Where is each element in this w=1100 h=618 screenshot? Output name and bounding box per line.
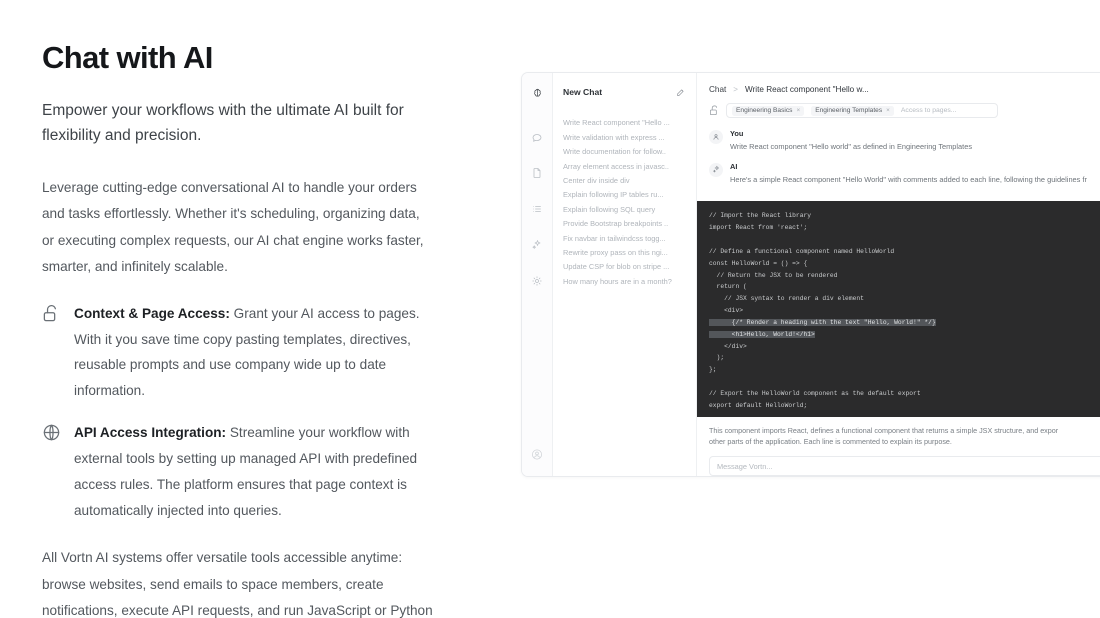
list-item[interactable]: Explain following SQL query bbox=[553, 202, 696, 216]
chat-list: Write React component "Hello ... Write v… bbox=[553, 116, 696, 289]
tag-chip[interactable]: Engineering Basics × bbox=[732, 105, 805, 116]
code-block[interactable]: // Import the React library import React… bbox=[697, 201, 1100, 417]
sparkles-icon[interactable] bbox=[526, 234, 548, 256]
gear-icon[interactable] bbox=[526, 270, 548, 292]
list-item[interactable]: Write validation with express ... bbox=[553, 130, 696, 144]
account-avatar-icon[interactable] bbox=[531, 448, 544, 466]
app-window-mockup: New Chat Write React component "Hello ..… bbox=[521, 72, 1100, 477]
breadcrumb-current: Write React component "Hello w... bbox=[744, 85, 869, 94]
feature-item-api-access-integration: API Access Integration: Streamline your … bbox=[42, 420, 442, 523]
list-item[interactable]: Write documentation for follow.. bbox=[553, 145, 696, 159]
list-item[interactable]: Provide Bootstrap breakpoints .. bbox=[553, 217, 696, 231]
ai-explanation-text: This component imports React, defines a … bbox=[709, 426, 1059, 447]
feature-item-text: API Access Integration: Streamline your … bbox=[74, 420, 442, 523]
edit-pencil-icon[interactable] bbox=[676, 88, 685, 97]
message-user: You Write React component "Hello world" … bbox=[709, 129, 1100, 153]
tag-chip-label: Engineering Templates bbox=[815, 107, 883, 114]
message-author: AI bbox=[730, 161, 738, 171]
page-access-bar: Engineering Basics × Engineering Templat… bbox=[697, 103, 1100, 118]
user-icon bbox=[709, 130, 723, 144]
article-paragraph-2: All Vortn AI systems offer versatile too… bbox=[42, 550, 433, 618]
app-icon-rail bbox=[522, 73, 553, 476]
list-item[interactable]: Explain following IP tables ru... bbox=[553, 188, 696, 202]
article-paragraph-1: Leverage cutting-edge conversational AI … bbox=[42, 179, 424, 275]
article-lede: Empower your workflows with the ultimate… bbox=[42, 101, 404, 145]
unlock-icon bbox=[709, 105, 720, 116]
chat-list-panel: New Chat Write React component "Hello ..… bbox=[553, 73, 697, 476]
document-icon[interactable] bbox=[526, 162, 548, 184]
list-item[interactable]: Array element access in javasc.. bbox=[553, 159, 696, 173]
list-item[interactable]: Update CSP for blob on stripe ... bbox=[553, 260, 696, 274]
message-body: AI Here's a simple React component "Hell… bbox=[730, 162, 1100, 186]
chevron-right-icon: > bbox=[733, 85, 738, 94]
message-text: Here's a simple React component "Hello W… bbox=[730, 174, 1087, 184]
message-text: Write React component "Hello world" as d… bbox=[730, 142, 973, 151]
globe-icon bbox=[42, 423, 62, 443]
composer-placeholder: Message Vortn... bbox=[717, 461, 773, 471]
close-icon[interactable]: × bbox=[886, 107, 890, 114]
feature-list: Context & Page Access: Grant your AI acc… bbox=[42, 301, 442, 524]
brand-logo-icon[interactable] bbox=[526, 82, 548, 104]
message-composer[interactable]: Message Vortn... bbox=[709, 456, 1100, 476]
message-list: You Write React component "Hello world" … bbox=[697, 129, 1100, 194]
chat-icon[interactable] bbox=[526, 126, 548, 148]
page-root: Chat with AI Empower your workflows with… bbox=[0, 0, 1100, 618]
message-author: You bbox=[730, 129, 744, 138]
list-item[interactable]: Center div inside div bbox=[553, 174, 696, 188]
chat-list-header: New Chat bbox=[553, 82, 696, 102]
sparkles-icon bbox=[709, 162, 723, 177]
breadcrumb: Chat > Write React component "Hello w... bbox=[697, 73, 1100, 103]
tag-chip-label: Engineering Basics bbox=[736, 107, 793, 114]
list-item[interactable]: Fix navbar in tailwindcss togg... bbox=[553, 231, 696, 245]
article-column: Chat with AI Empower your workflows with… bbox=[42, 40, 442, 618]
message-ai: AI Here's a simple React component "Hell… bbox=[709, 162, 1100, 186]
new-chat-label[interactable]: New Chat bbox=[563, 87, 602, 97]
list-item[interactable]: Write React component "Hello ... bbox=[553, 116, 696, 130]
access-to-pages-input[interactable]: Engineering Basics × Engineering Templat… bbox=[726, 103, 998, 118]
feature-item-context-page-access: Context & Page Access: Grant your AI acc… bbox=[42, 301, 442, 404]
message-body: You Write React component "Hello world" … bbox=[730, 129, 1100, 153]
code-content: // Import the React library import React… bbox=[709, 212, 936, 409]
list-item[interactable]: Rewrite proxy pass on this ngi... bbox=[553, 246, 696, 260]
list-icon[interactable] bbox=[526, 198, 548, 220]
feature-item-text: Context & Page Access: Grant your AI acc… bbox=[74, 301, 442, 404]
page-title: Chat with AI bbox=[42, 40, 213, 75]
feature-item-title: API Access Integration: bbox=[74, 425, 227, 441]
conversation-panel: Chat > Write React component "Hello w...… bbox=[697, 73, 1100, 476]
tag-chip[interactable]: Engineering Templates × bbox=[811, 105, 894, 116]
unlock-icon bbox=[42, 304, 62, 324]
feature-item-title: Context & Page Access: bbox=[74, 305, 230, 321]
breadcrumb-root[interactable]: Chat bbox=[709, 85, 726, 94]
access-to-pages-placeholder: Access to pages... bbox=[900, 107, 957, 114]
close-icon[interactable]: × bbox=[796, 107, 800, 114]
list-item[interactable]: How many hours are in a month? bbox=[553, 274, 696, 288]
